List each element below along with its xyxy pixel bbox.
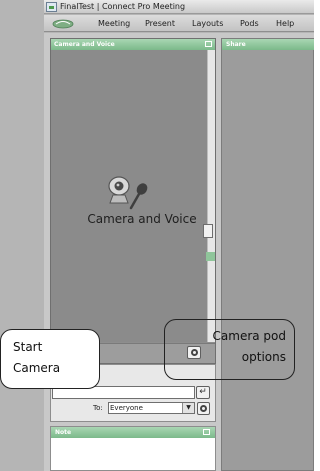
share-pod[interactable]: [221, 38, 314, 471]
menu-layouts[interactable]: Layouts: [192, 18, 223, 29]
menu-bar: [44, 15, 314, 32]
recipient-label: To:: [93, 404, 103, 412]
app-icon: [46, 2, 57, 12]
menu-meeting[interactable]: Meeting: [98, 18, 130, 29]
pod-menu-icon[interactable]: [203, 429, 210, 435]
menu-help[interactable]: Help: [276, 18, 294, 29]
menu-pods[interactable]: Pods: [240, 18, 259, 29]
recipient-value: Everyone: [110, 404, 143, 412]
dropdown-arrow-icon[interactable]: ▼: [182, 403, 194, 413]
note-pod-header[interactable]: [51, 427, 215, 438]
camera-voice-pod-scrollbar[interactable]: [207, 50, 215, 342]
start-camera-callout-text: Start Camera: [13, 340, 61, 375]
share-pod-title: Share: [226, 41, 246, 48]
menu-present[interactable]: Present: [145, 18, 175, 29]
chat-options-icon: [200, 405, 207, 412]
camera-pod-options-callout-text: Camera pod options: [212, 329, 286, 364]
connect-logo-icon[interactable]: [52, 18, 74, 29]
window-title: FinalTest | Connect Pro Meeting: [60, 2, 186, 11]
camera-voice-pod-title: Camera and Voice: [54, 41, 115, 48]
chat-options-button[interactable]: [197, 402, 210, 415]
background-pod-header: [206, 252, 215, 261]
camera-voice-placeholder-label: Camera and Voice: [87, 212, 197, 226]
note-pod-title: Note: [55, 429, 72, 436]
send-button[interactable]: ↵: [196, 386, 210, 399]
connect-meeting-window: FinalTest | Connect Pro Meeting Meeting …: [0, 0, 314, 471]
pod-menu-icon[interactable]: [205, 41, 212, 47]
webcam-microphone-icon: [108, 176, 148, 210]
send-icon: ↵: [199, 387, 207, 397]
